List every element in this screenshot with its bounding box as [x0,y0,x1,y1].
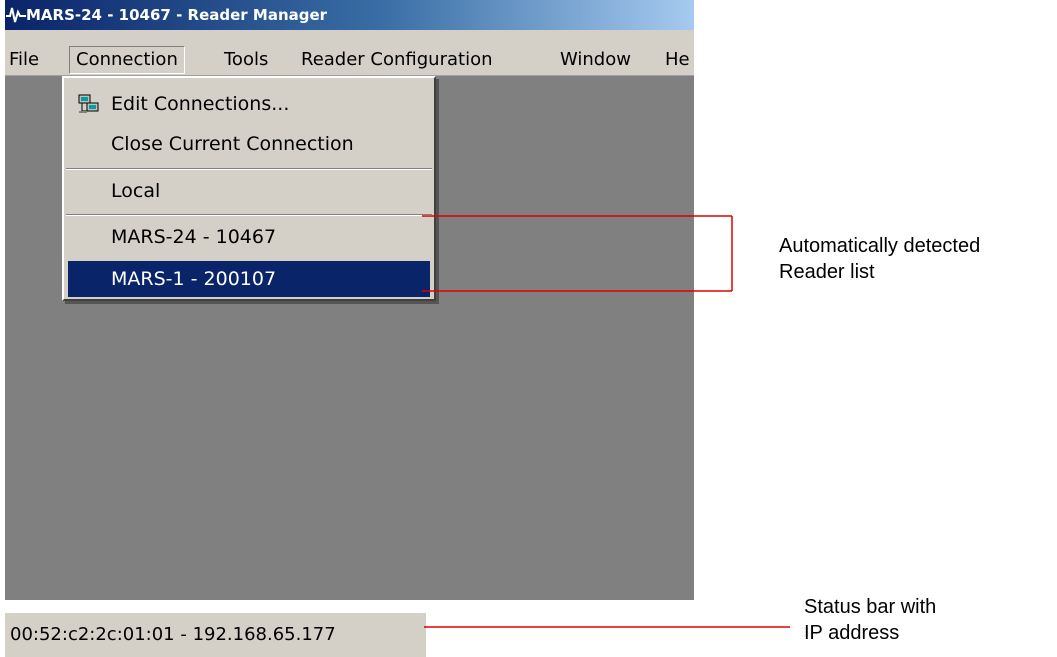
reader-list-callout-line2: Reader list [779,261,875,283]
reader-mars-1-label: MARS-1 - 200107 [111,268,277,290]
reader-list-callout-line1: Automatically detected [779,235,981,257]
menu-item-local[interactable]: Local [68,173,430,209]
status-bar-callout: Status bar with IP address [804,594,936,646]
menu-separator [66,214,432,216]
local-label: Local [111,180,161,202]
reader-mars-24-label: MARS-24 - 10467 [111,226,277,248]
edit-connections-label: Edit Connections... [111,93,290,115]
menu-window[interactable]: Window [560,47,631,73]
menu-separator [66,168,432,170]
waveform-app-icon [6,7,26,23]
status-callout-line2: IP address [804,622,900,644]
menu-item-close-current-connection[interactable]: Close Current Connection [68,126,430,162]
menu-reader-configuration[interactable]: Reader Configuration [301,47,493,73]
status-callout-line1: Status bar with [804,596,937,618]
status-mac-ip-text: 00:52:c2:2c:01:01 - 192.168.65.177 [10,624,336,645]
network-computers-icon [78,94,99,113]
reader-list-callout: Automatically detected Reader list [779,233,980,285]
window-title: MARS-24 - 10467 - Reader Manager [26,6,328,24]
menu-item-edit-connections[interactable]: Edit Connections... [68,86,430,122]
menu-item-reader-mars-24[interactable]: MARS-24 - 10467 [68,219,430,255]
menu-bar: File Connection Tools Reader Configurati… [5,30,694,76]
menu-item-reader-mars-1[interactable]: MARS-1 - 200107 [68,261,430,297]
screenshot-figure: MARS-24 - 10467 - Reader Manager File Co… [0,0,1057,657]
menu-help[interactable]: He [665,47,690,73]
menu-file[interactable]: File [9,47,39,73]
menu-tools[interactable]: Tools [224,47,268,73]
close-current-connection-label: Close Current Connection [111,133,354,155]
title-bar: MARS-24 - 10467 - Reader Manager [5,0,694,30]
status-bar: 00:52:c2:2c:01:01 - 192.168.65.177 [5,613,426,657]
menu-connection[interactable]: Connection [69,46,185,74]
connection-dropdown-menu: Edit Connections... Close Current Connec… [62,76,436,301]
